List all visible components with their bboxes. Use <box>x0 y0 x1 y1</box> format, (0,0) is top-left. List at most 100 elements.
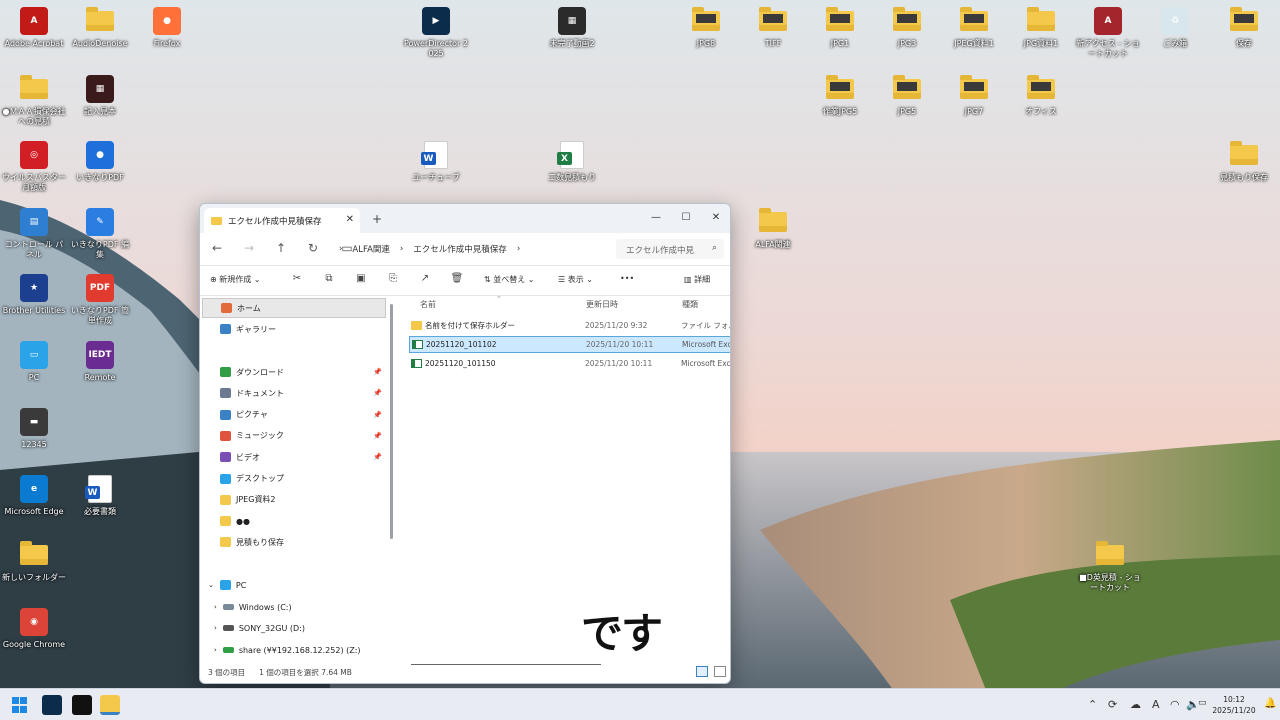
desktop-icon[interactable]: 新しいフォルダー <box>2 540 66 583</box>
sidebar-item-quick[interactable]: ビデオ 📌 <box>202 447 386 467</box>
breadcrumb-item-alfa[interactable]: ALFA関連 <box>352 243 389 255</box>
sidebar-item-quick[interactable]: ミュージック 📌 <box>202 426 386 446</box>
video-app-taskbar-icon[interactable] <box>72 695 92 715</box>
ime-indicator[interactable]: A <box>1152 698 1160 711</box>
view-button[interactable]: ☰ 表示 ⌄ <box>558 274 593 285</box>
sidebar-item-quick[interactable]: ピクチャ 📌 <box>202 405 386 425</box>
search-input[interactable]: エクセル作成中見 ⌕ <box>616 239 724 259</box>
file-explorer-taskbar-icon[interactable] <box>100 695 120 715</box>
breadcrumb-item-current[interactable]: エクセル作成中見積保存 <box>413 243 507 255</box>
desktop-icon[interactable]: A 新アクセス - ショートカット <box>1076 6 1140 59</box>
desktop-icon[interactable]: JPG資料1 <box>1009 6 1073 49</box>
desktop-icon[interactable]: W 必要書類 <box>68 474 132 517</box>
clock[interactable]: 10:12 2025/11/20 <box>1212 694 1256 716</box>
notification-bell-icon[interactable]: 🔔 <box>1264 698 1276 709</box>
desktop-icon[interactable]: 見積もり保存 <box>1212 140 1276 183</box>
desktop-icon[interactable]: ▤ コントロール パネル <box>2 207 66 260</box>
pin-icon[interactable]: 📌 <box>373 411 382 419</box>
desktop-icon[interactable]: ◎ ウイルスバスター 月額版 <box>2 140 66 193</box>
refresh-icon[interactable]: ↻ <box>304 241 322 255</box>
pin-icon[interactable]: 📌 <box>373 432 382 440</box>
rename-icon[interactable]: ⎘ <box>386 273 400 287</box>
desktop-icon[interactable]: JPG8 <box>674 6 738 49</box>
new-tab-button[interactable]: + <box>372 212 382 226</box>
desktop-icon[interactable]: TIFF <box>741 6 805 49</box>
desktop-icon[interactable]: ● Firefox <box>135 6 199 49</box>
desktop-icon[interactable]: JPG7 <box>942 74 1006 117</box>
file-row[interactable]: 20251120_101102 2025/11/20 10:11 Microsoft… <box>409 336 730 353</box>
desktop-icon[interactable]: ✎ いきなりPDF 編集 <box>68 207 132 260</box>
more-options-button[interactable]: ••• <box>620 274 634 283</box>
desktop-icon[interactable]: e Microsoft Edge <box>2 474 66 517</box>
pin-icon[interactable]: 📌 <box>373 453 382 461</box>
sidebar-item-quick[interactable]: ドキュメント 📌 <box>202 383 386 403</box>
sidebar-item-home[interactable]: ホーム <box>202 298 386 318</box>
desktop-icon[interactable]: ▬ 12345 <box>2 407 66 450</box>
battery-icon[interactable]: ▭ <box>1198 698 1207 708</box>
sidebar-item-quick[interactable]: デスクトップ <box>202 469 386 489</box>
details-button[interactable]: ▥ 詳細 <box>684 274 710 285</box>
up-arrow-icon[interactable]: ↑ <box>272 241 290 255</box>
sidebar-item-drive-c[interactable]: › Windows (C:) <box>202 597 386 617</box>
sort-button[interactable]: ⇅ 並べ替え ⌄ <box>484 274 535 285</box>
column-header-date[interactable]: 更新日時 <box>586 296 618 314</box>
desktop-icon[interactable]: W ユーチューブ <box>404 140 468 183</box>
desktop-icon[interactable]: JPEG資料1 <box>942 6 1006 49</box>
tab-explorer[interactable]: エクセル作成中見積保存 ✕ <box>204 208 360 233</box>
delete-icon[interactable]: 🗑 <box>450 273 464 287</box>
details-view-toggle[interactable] <box>696 666 708 677</box>
sidebar-item-drive-z[interactable]: › share (¥¥192.168.12.252) (Z:) <box>202 640 386 660</box>
sidebar-item-quick[interactable]: ダウンロード 📌 <box>202 362 386 382</box>
minimize-button[interactable]: — <box>642 209 670 227</box>
desktop-icon[interactable]: IEDT Remote <box>68 340 132 383</box>
column-header-type[interactable]: 種類 <box>682 296 698 314</box>
sidebar-item-gallery[interactable]: ギャラリー <box>202 319 386 339</box>
pin-icon[interactable]: 📌 <box>373 389 382 397</box>
desktop-icon[interactable]: X 工数見積もり <box>540 140 604 183</box>
navigation-scrollbar[interactable] <box>390 304 393 539</box>
start-windows-icon[interactable] <box>12 697 28 713</box>
close-window-button[interactable]: ✕ <box>702 209 730 227</box>
sidebar-item-quick[interactable]: JPEG資料2 <box>202 490 386 510</box>
forward-arrow-icon[interactable]: → <box>240 241 258 255</box>
desktop-icon[interactable]: A Adobe Acrobat <box>2 6 66 49</box>
desktop-icon[interactable]: PDF いきなりPDF 簡単作成 <box>68 273 132 326</box>
powerdirector-taskbar-icon[interactable] <box>42 695 62 715</box>
desktop-icon[interactable]: ▦ 記入見本 <box>68 74 132 117</box>
sidebar-item-quick[interactable]: 見積もり保存 <box>202 532 386 552</box>
desktop-icon[interactable]: ♻ ごみ箱 <box>1143 6 1207 49</box>
sidebar-item-quick[interactable]: ●● <box>202 511 386 531</box>
sidebar-item-drive-d[interactable]: › SONY_32GU (D:) <box>202 618 386 638</box>
desktop-icon[interactable]: ▶ PowerDirector 2025 <box>404 6 468 59</box>
desktop-icon[interactable]: JPG1 <box>808 6 872 49</box>
tiles-view-toggle[interactable] <box>714 666 726 677</box>
desktop-icon[interactable]: ◉ Google Chrome <box>2 607 66 650</box>
desktop-icon[interactable]: ▭ PC <box>2 340 66 383</box>
sidebar-item-pc[interactable]: ⌄ PC <box>202 575 386 595</box>
copy-icon[interactable]: ⧉ <box>322 273 336 287</box>
desktop-icon[interactable]: AudioDenoise <box>68 6 132 49</box>
column-header-name[interactable]: 名前 <box>420 296 436 314</box>
share-icon[interactable]: ↗ <box>418 273 432 287</box>
file-row[interactable]: 名前を付けて保存ホルダー 2025/11/20 9:32 ファイル フォルダー <box>409 317 730 334</box>
desktop-icon[interactable]: ● いきなりPDF <box>68 140 132 183</box>
file-row[interactable]: 20251120_101150 2025/11/20 10:11 Microsoft… <box>409 355 730 372</box>
desktop-icon[interactable]: JPG5 <box>875 74 939 117</box>
back-arrow-icon[interactable]: ← <box>208 241 226 255</box>
desktop-icon[interactable]: ●ＭＡＡ損保会社 への見積 <box>2 74 66 127</box>
desktop-icon[interactable]: 作業JPG5 <box>808 74 872 117</box>
onedrive-icon[interactable]: ☁ <box>1130 698 1141 711</box>
maximize-button[interactable]: ☐ <box>672 209 700 227</box>
new-button[interactable]: ⊕ 新規作成 ⌄ <box>210 274 261 285</box>
desktop-icon[interactable]: ■D英見積 - ショートカット <box>1078 540 1142 593</box>
desktop-icon[interactable]: ▦ 未完了動画2 <box>540 6 604 49</box>
desktop-icon[interactable]: オフィス <box>1009 74 1073 117</box>
chevron-up-icon[interactable]: ⌃ <box>1088 698 1097 711</box>
close-tab-icon[interactable]: ✕ <box>346 214 354 225</box>
desktop-icon[interactable]: ★ Brother Utilities <box>2 273 66 316</box>
desktop-icon[interactable]: 保存 <box>1212 6 1276 49</box>
sync-icon[interactable]: ⟳ <box>1108 698 1117 711</box>
wifi-icon[interactable]: ◠ <box>1170 698 1180 711</box>
desktop-icon[interactable]: JPG3 <box>875 6 939 49</box>
desktop-icon[interactable]: ALFA関連 <box>741 207 805 250</box>
